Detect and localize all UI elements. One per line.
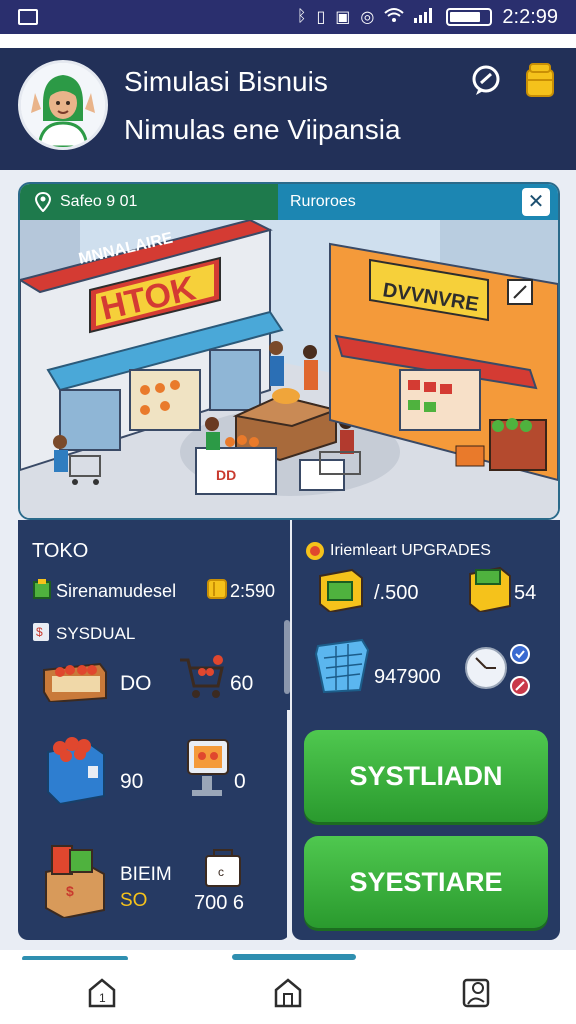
svg-text:$: $ [36, 625, 43, 639]
image-icon [18, 9, 38, 25]
tag-icon: $ [32, 622, 50, 647]
scene-tab-location-label: Safeo 9 01 [60, 193, 138, 210]
shopping-cart-icon[interactable] [178, 654, 226, 705]
upgrade-value-3: 947900 [374, 666, 441, 688]
panel-divider [287, 710, 291, 940]
fruit-box-icon[interactable] [44, 730, 106, 809]
close-button[interactable]: ✕ [522, 188, 550, 216]
battery-icon [446, 8, 493, 26]
profile-icon[interactable] [460, 976, 492, 1008]
vibrate-icon: ▯ [316, 9, 326, 26]
coin-stack-icon[interactable] [524, 62, 556, 98]
location-pin-icon [34, 192, 52, 212]
upgrade-value-2: 54 [514, 582, 537, 604]
sim-icon: ▣ [335, 9, 351, 26]
upgrade-value-1: /.500 [374, 582, 419, 604]
item-label-5: BIEIM [120, 864, 172, 885]
store-scene[interactable]: Safeo 9 01 Ruroroes ✕ MNNALAIRE HTOK DD … [18, 182, 560, 520]
bottom-nav: 1 [0, 960, 576, 1024]
bluetooth-icon: ᛒ [296, 8, 307, 25]
wifi-icon [384, 7, 405, 28]
alarm-icon: ◎ [360, 9, 375, 26]
chat-icon[interactable] [470, 64, 502, 96]
home-nav-label: 1 [99, 991, 106, 1005]
stock-label: Sirenamudesel [56, 581, 177, 601]
upgrades-title: Iriemleart UPGRADES [330, 542, 491, 559]
stock-icon [32, 578, 52, 605]
coin-icon [206, 576, 228, 605]
scene-tab-location[interactable]: Safeo 9 01 [20, 184, 278, 220]
app-header: Simulasi Bisnuis Nimulas ene Viipansia [0, 48, 576, 170]
home-icon[interactable]: 1 [86, 976, 118, 1008]
clock-gauge-icon[interactable] [464, 640, 534, 701]
money-box-icon[interactable] [468, 566, 512, 617]
app-title: Simulasi Bisnuis [124, 66, 328, 97]
counter-label: DD [216, 467, 236, 483]
status-time: 2:2:99 [502, 5, 558, 28]
basket-icon[interactable] [314, 638, 370, 699]
signal-icon [414, 7, 436, 28]
app-subtitle: Nimulas ene Viipansia [124, 114, 401, 145]
status-bar: ᛒ ▯ ▣ ◎ 2:2:99 [0, 0, 576, 34]
upgrade-badge-icon [304, 540, 326, 567]
store-illustration: MNNALAIRE HTOK DD DVVNVRE [20, 220, 558, 518]
bag-icon[interactable]: c [202, 844, 244, 895]
syestiare-button[interactable]: SYESTIARE [304, 836, 548, 928]
stock-value: 2:590 [230, 581, 276, 601]
cash-box-icon[interactable] [318, 568, 364, 617]
item-value-1: DO [120, 672, 152, 695]
item-value-4: 0 [234, 770, 246, 793]
shopkeeper-avatar[interactable] [18, 60, 108, 150]
svg-text:c: c [218, 865, 224, 879]
item-value-2: 60 [230, 672, 254, 695]
scene-tab-resources-label: Ruroroes [290, 193, 356, 210]
svg-text:$: $ [66, 883, 74, 899]
section-label: SYSDUAL [56, 624, 136, 643]
toko-panel: TOKO Sirenamudesel 2:590 $ SYSDUAL DO 60… [18, 520, 290, 940]
produce-crate-icon[interactable] [42, 658, 108, 707]
scene-tab-resources[interactable]: Ruroroes [278, 184, 558, 220]
store-icon[interactable] [272, 976, 304, 1008]
toko-title: TOKO [32, 540, 89, 562]
item-value-3: 90 [120, 770, 144, 793]
grocery-box-icon[interactable]: $ [42, 838, 108, 923]
item-value-6: 700 6 [194, 892, 245, 914]
cash-register-icon[interactable] [184, 736, 230, 803]
panel-scrollbar[interactable] [284, 620, 290, 694]
systliadn-button[interactable]: SYSTLIADN [304, 730, 548, 822]
item-value-5: SO [120, 890, 148, 911]
